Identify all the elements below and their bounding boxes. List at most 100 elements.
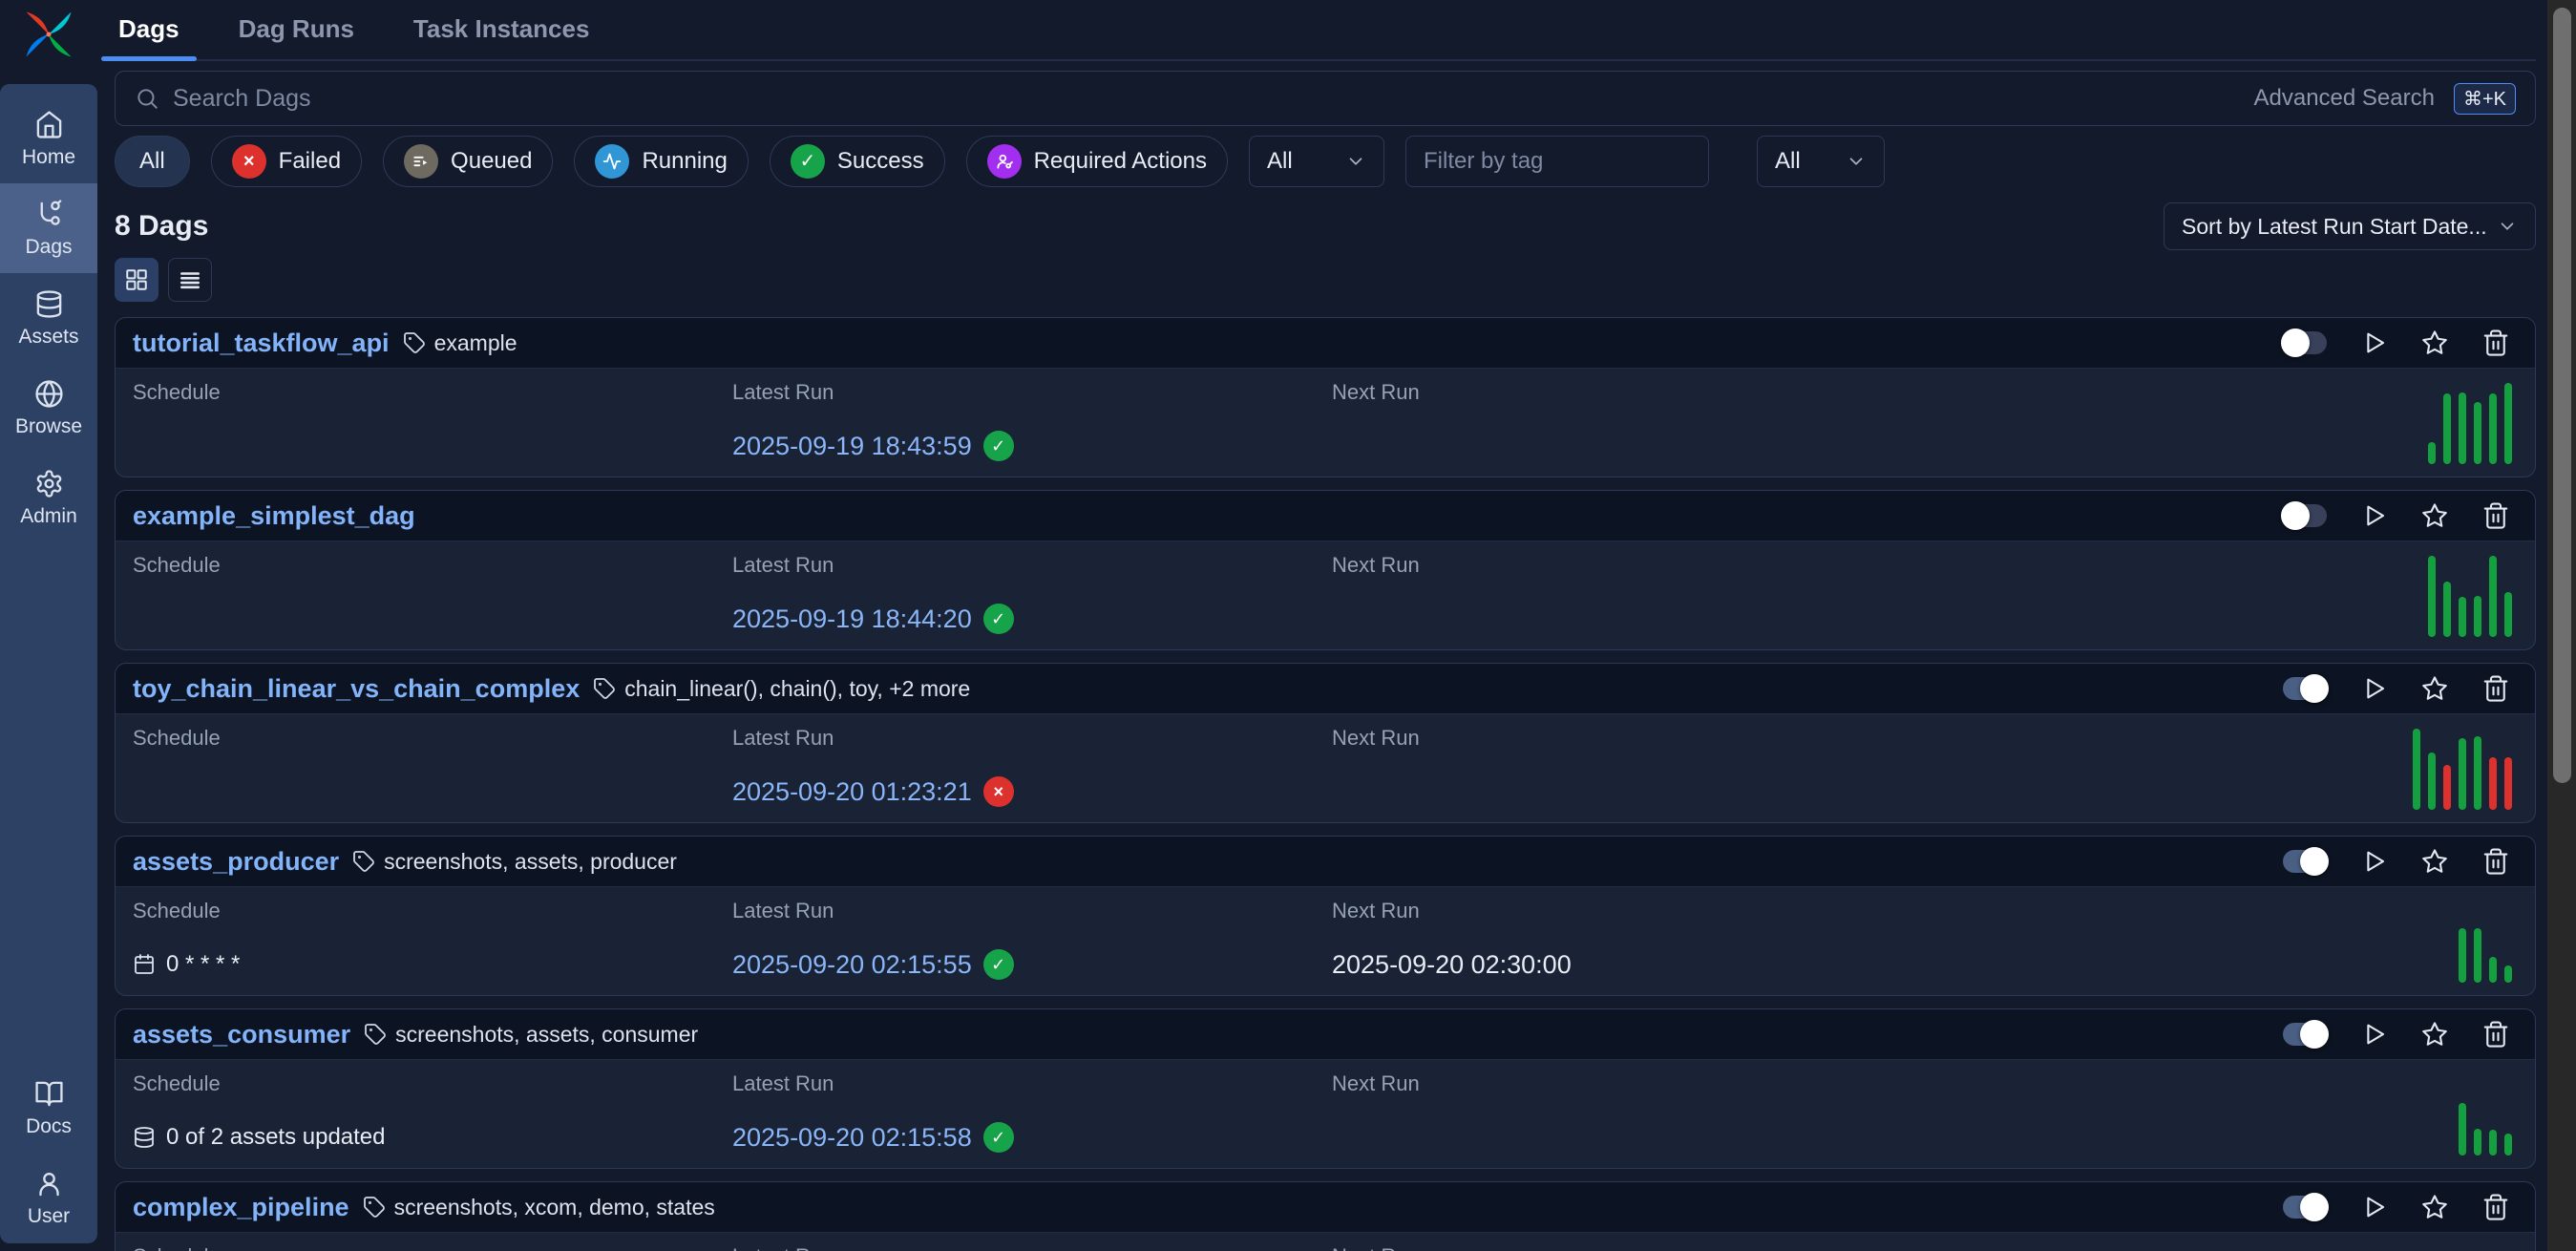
tag-icon — [352, 850, 375, 873]
next-run-column-label: Next Run — [1332, 726, 1420, 751]
filter-chip-running[interactable]: Running — [574, 136, 748, 187]
delete-dag-button[interactable] — [2481, 1020, 2510, 1049]
recent-runs-bar-chart[interactable] — [2428, 383, 2512, 464]
dag-pause-toggle[interactable] — [2283, 331, 2327, 354]
scrollbar-thumb[interactable] — [2553, 8, 2571, 783]
dag-actions — [2283, 501, 2510, 530]
next-run-column-label: Next Run — [1332, 1071, 1420, 1096]
trigger-dag-button[interactable] — [2359, 501, 2388, 530]
tag-icon — [403, 331, 426, 354]
latest-run-column-label: Latest Run — [732, 1071, 1014, 1096]
tag-icon — [593, 677, 616, 700]
dag-pause-toggle[interactable] — [2283, 504, 2327, 527]
latest-run-link[interactable]: 2025-09-19 18:44:20 — [732, 604, 972, 634]
recent-runs-bar-chart[interactable] — [2413, 729, 2512, 810]
delete-dag-button[interactable] — [2481, 501, 2510, 530]
latest-run-link[interactable]: 2025-09-20 01:23:21 — [732, 777, 972, 807]
activity-icon — [595, 144, 629, 179]
chevron-down-icon — [1345, 151, 1366, 172]
trigger-dag-button[interactable] — [2359, 1193, 2388, 1221]
card-view-button[interactable] — [115, 258, 158, 302]
favorite-filter-dropdown[interactable]: All — [1757, 136, 1885, 187]
favorite-dag-button[interactable] — [2420, 1193, 2449, 1221]
dropdown-value: All — [1267, 148, 1293, 175]
latest-run-column-label: Latest Run — [732, 899, 1014, 923]
sidebar-item-admin[interactable]: Admin — [0, 453, 97, 542]
sidebar-item-user[interactable]: User — [0, 1153, 97, 1243]
sidebar-item-dags[interactable]: Dags — [0, 183, 97, 273]
delete-dag-button[interactable] — [2481, 1193, 2510, 1221]
tab-dags[interactable]: Dags — [115, 14, 183, 59]
sort-dropdown[interactable]: Sort by Latest Run Start Date... — [2164, 202, 2536, 250]
tab-dag-runs[interactable]: Dag Runs — [235, 14, 358, 59]
dag-pause-toggle[interactable] — [2283, 1023, 2327, 1046]
airflow-logo-icon[interactable] — [22, 8, 75, 61]
trigger-dag-button[interactable] — [2359, 1020, 2388, 1049]
dag-tags: screenshots, xcom, demo, states — [363, 1195, 715, 1220]
trigger-dag-button[interactable] — [2359, 674, 2388, 703]
sidebar-item-label: Browse — [15, 415, 82, 438]
delete-dag-button[interactable] — [2481, 847, 2510, 876]
sidebar-item-home[interactable]: Home — [0, 94, 97, 183]
favorite-dag-button[interactable] — [2420, 329, 2449, 357]
schedule-column-label: Schedule — [133, 380, 221, 405]
dag-name-link[interactable]: assets_producer — [133, 847, 339, 877]
recent-runs-bar-chart[interactable] — [2459, 1103, 2512, 1156]
next-run-value — [1332, 601, 1420, 637]
delete-dag-button[interactable] — [2481, 329, 2510, 357]
run-status-icon: ✓ — [983, 604, 1014, 634]
run-status-icon: ✓ — [983, 1122, 1014, 1153]
sidebar-nav: Home Dags Assets Browse Admin Docs User — [0, 84, 97, 1243]
filter-chip-success[interactable]: ✓ Success — [770, 136, 945, 187]
list-icon — [178, 267, 202, 292]
user-key-icon — [987, 144, 1022, 179]
favorite-dag-button[interactable] — [2420, 674, 2449, 703]
trigger-dag-button[interactable] — [2359, 329, 2388, 357]
dag-card: complex_pipeline screenshots, xcom, demo… — [115, 1181, 2536, 1251]
recent-runs-bar-chart[interactable] — [2428, 556, 2512, 637]
filter-chip-required-actions[interactable]: Required Actions — [966, 136, 1228, 187]
advanced-search-link[interactable]: Advanced Search — [2254, 85, 2435, 112]
dag-tags: example — [403, 330, 517, 356]
dag-tag-list: screenshots, xcom, demo, states — [394, 1195, 715, 1220]
sidebar-item-label: User — [28, 1205, 70, 1228]
favorite-dag-button[interactable] — [2420, 1020, 2449, 1049]
dag-count-heading: 8 Dags — [115, 210, 208, 243]
favorite-dag-button[interactable] — [2420, 847, 2449, 876]
trigger-dag-button[interactable] — [2359, 847, 2388, 876]
table-view-button[interactable] — [168, 258, 212, 302]
home-icon — [34, 110, 64, 139]
latest-run-link[interactable]: 2025-09-20 02:15:55 — [732, 950, 972, 980]
sidebar-item-browse[interactable]: Browse — [0, 363, 97, 453]
filter-chip-all[interactable]: All — [115, 136, 190, 187]
dag-tags: screenshots, assets, consumer — [364, 1022, 698, 1048]
dag-card-header: tutorial_taskflow_api example — [116, 318, 2535, 368]
dag-pause-toggle[interactable] — [2283, 1196, 2327, 1219]
latest-run-link[interactable]: 2025-09-19 18:43:59 — [732, 432, 972, 461]
schedule-column-label: Schedule — [133, 726, 221, 751]
recent-runs-bar-chart[interactable] — [2459, 928, 2512, 983]
schedule-column-label: Schedule — [133, 553, 221, 578]
dag-name-link[interactable]: complex_pipeline — [133, 1193, 349, 1222]
sidebar-item-docs[interactable]: Docs — [0, 1063, 97, 1153]
run-status-icon: ✓ — [983, 949, 1014, 980]
tab-task-instances[interactable]: Task Instances — [410, 14, 594, 59]
state-filter-dropdown[interactable]: All — [1249, 136, 1384, 187]
tag-filter-input[interactable] — [1405, 136, 1709, 187]
scrollbar-track[interactable] — [2547, 0, 2576, 1251]
dag-name-link[interactable]: toy_chain_linear_vs_chain_complex — [133, 674, 580, 704]
latest-run-link[interactable]: 2025-09-20 02:15:58 — [732, 1123, 972, 1153]
sidebar-item-assets[interactable]: Assets — [0, 273, 97, 363]
search-input[interactable] — [173, 85, 2241, 113]
delete-dag-button[interactable] — [2481, 674, 2510, 703]
database-icon — [34, 289, 64, 319]
dag-name-link[interactable]: example_simplest_dag — [133, 501, 415, 531]
filter-chip-queued[interactable]: Queued — [383, 136, 553, 187]
dag-pause-toggle[interactable] — [2283, 677, 2327, 700]
dag-name-link[interactable]: assets_consumer — [133, 1020, 350, 1050]
favorite-dag-button[interactable] — [2420, 501, 2449, 530]
dag-pause-toggle[interactable] — [2283, 850, 2327, 873]
filter-chip-failed[interactable]: × Failed — [211, 136, 362, 187]
dag-name-link[interactable]: tutorial_taskflow_api — [133, 329, 390, 358]
calendar-icon — [133, 953, 156, 976]
